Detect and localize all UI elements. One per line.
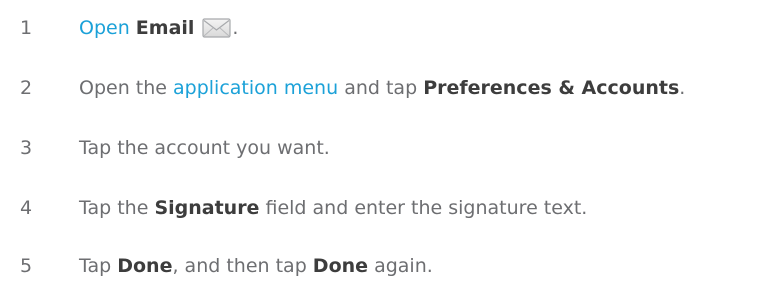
step-text: Open Email. <box>79 10 238 46</box>
instruction-steps: 1 Open Email. 2 Open the application men… <box>0 0 784 294</box>
step-number: 4 <box>20 197 33 219</box>
step-text: Tap Done, and then tap Done again. <box>79 248 433 284</box>
step-text-segment: Tap the account you want. <box>79 137 330 159</box>
done-button-label: Done <box>312 255 369 277</box>
step-text: Tap the account you want. <box>79 130 330 166</box>
preferences-accounts-label: Preferences & Accounts <box>423 77 680 99</box>
done-button-label: Done <box>117 255 173 277</box>
step-text-segment: Tap the <box>79 197 155 219</box>
open-link[interactable]: Open <box>79 10 130 46</box>
email-app-name: Email <box>135 17 195 39</box>
step-text-segment: Open the <box>79 77 174 99</box>
step-text-segment: again. <box>368 255 433 277</box>
step-text: Tap the Signature field and enter the si… <box>79 190 587 226</box>
step-text-segment: Tap <box>79 255 118 277</box>
step-text-segment: . <box>679 77 686 99</box>
application-menu-link[interactable]: application menu <box>173 70 338 106</box>
step-text: Open the application menu and tap Prefer… <box>79 70 685 106</box>
step-text-segment: , and then tap <box>172 255 313 277</box>
step-text-segment: field and enter the signature text. <box>259 197 588 219</box>
step-number: 2 <box>20 77 33 99</box>
step-number: 5 <box>20 255 33 277</box>
step-number: 3 <box>20 137 33 159</box>
step-number: 1 <box>20 17 33 39</box>
email-envelope-icon <box>202 17 232 39</box>
signature-field-label: Signature <box>154 197 260 219</box>
step-text-segment: . <box>232 17 239 39</box>
step-text-segment: and tap <box>338 77 424 99</box>
